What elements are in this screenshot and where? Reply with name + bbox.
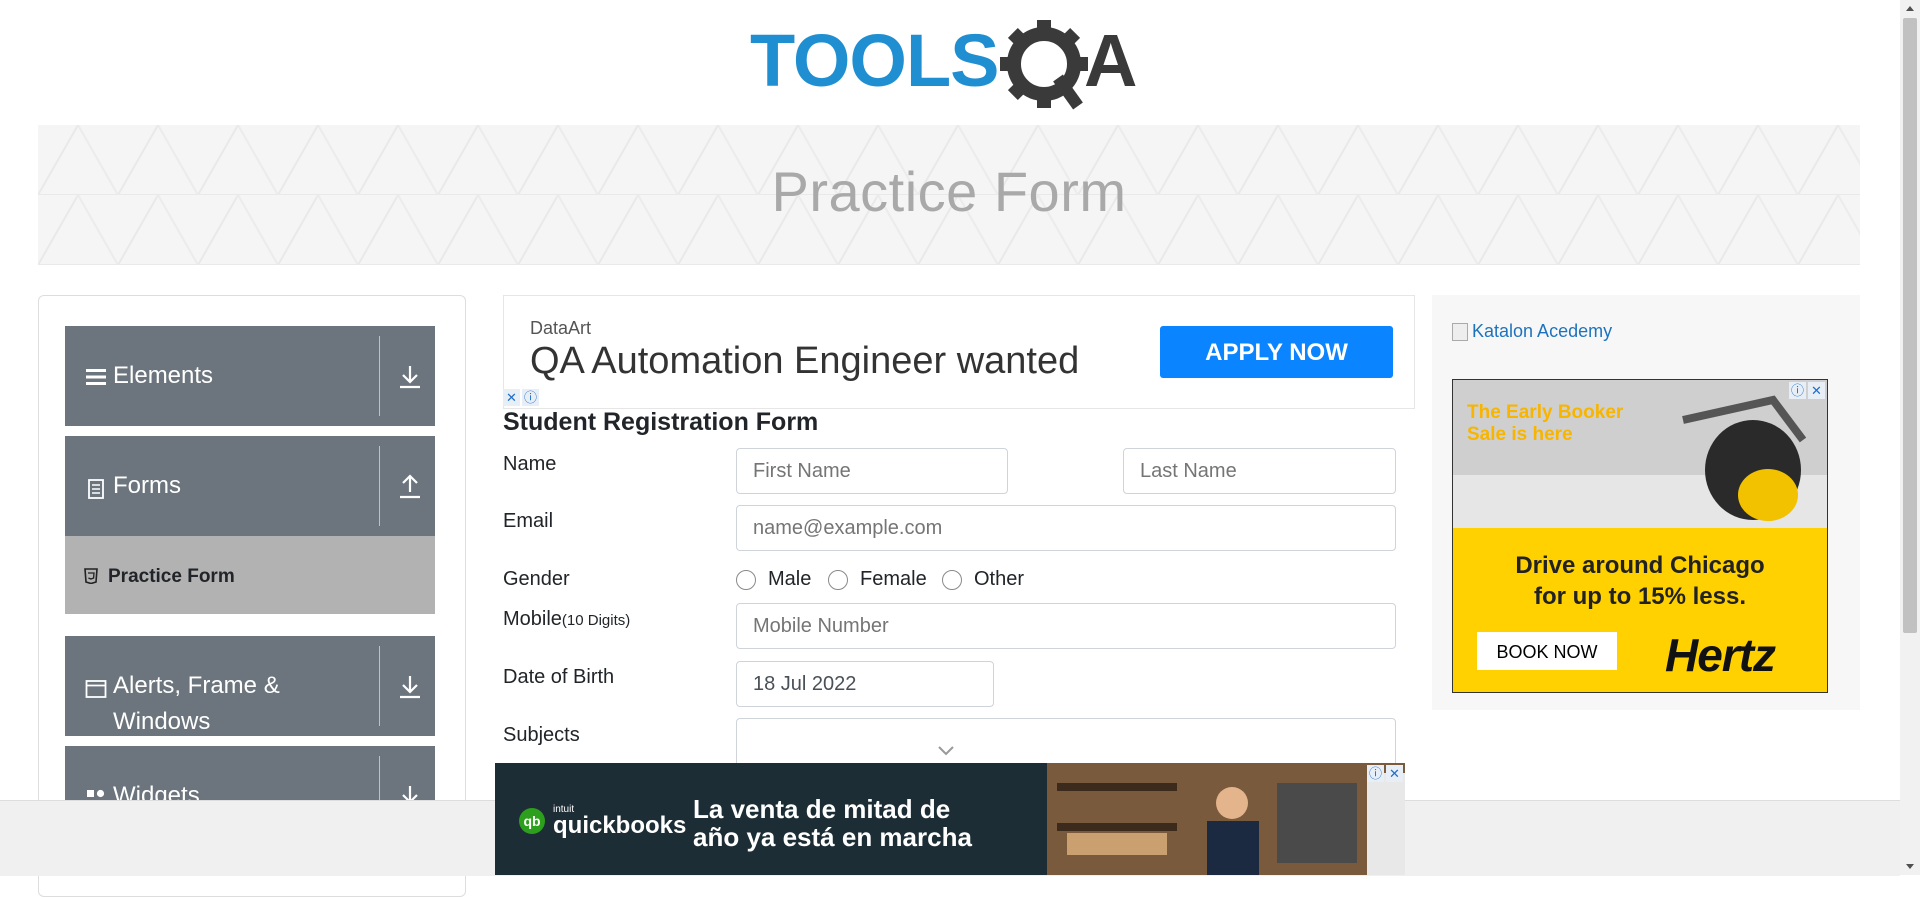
window-icon (85, 680, 107, 698)
qb-circle-icon: qb (519, 808, 545, 834)
broken-image-icon (1452, 322, 1468, 341)
gender-radio-other[interactable]: Other (942, 568, 1024, 591)
info-icon[interactable]: ⓘ (522, 389, 539, 406)
dob-label: Date of Birth (503, 666, 615, 688)
toolsqa-logo[interactable]: TOOLS A (750, 18, 1154, 114)
sidebar-group-label: Elements (113, 362, 214, 389)
qb-line2: año ya está en marcha (693, 822, 972, 852)
first-name-input[interactable] (736, 448, 1008, 494)
subjects-input[interactable] (736, 718, 1396, 768)
sidebar-group-forms[interactable]: Forms (65, 436, 435, 536)
logo-graphic: TOOLS A (750, 19, 1137, 110)
sidebar-item-label: Practice Form (108, 566, 235, 587)
radio-label: Other (974, 568, 1025, 590)
radio-label: Male (768, 568, 812, 590)
sidebar-group-label-line2: Windows (113, 708, 211, 735)
group-divider (379, 646, 380, 726)
katalon-alt-text: Katalon Acedemy (1472, 321, 1613, 341)
radio-circle[interactable] (736, 569, 756, 590)
download-icon[interactable] (395, 672, 425, 702)
ad-brand: DataArt (530, 318, 592, 338)
radio-circle[interactable] (828, 569, 848, 590)
scroll-down-arrow-icon[interactable] (1900, 857, 1920, 875)
mobile-label: Mobile(10 Digits) (503, 608, 630, 631)
ad-headline: QA Automation Engineer wanted (530, 340, 1080, 382)
ad-choices[interactable]: ⓘ ✕ (1789, 382, 1825, 399)
scroll-up-arrow-icon[interactable] (1900, 0, 1920, 18)
quickbooks-logo: qb intuit quickbooks (519, 805, 687, 839)
sidebar-group-elements[interactable]: Elements (65, 326, 435, 426)
hamburger-icon (86, 369, 106, 385)
upload-icon[interactable] (395, 472, 425, 502)
subjects-label: Subjects (503, 724, 580, 746)
close-icon[interactable]: ✕ (503, 389, 520, 406)
mobile-hint: (10 Digits) (561, 612, 631, 629)
page-banner: Practice Form (38, 125, 1860, 265)
ad-choices[interactable]: ⓘ ✕ (1367, 765, 1403, 782)
gender-radio-male[interactable]: Male (736, 568, 811, 591)
shop-illustration (1047, 763, 1405, 875)
right-ad-panel: Katalon Acedemy The Early Booker Sale is… (1432, 295, 1860, 710)
beach-photo: The Early Booker Sale is here (1453, 380, 1827, 528)
gender-radio-female[interactable]: Female (828, 568, 927, 591)
ad-choices[interactable]: ✕ ⓘ (503, 389, 539, 406)
shop-photo (1047, 763, 1405, 875)
info-icon[interactable]: ⓘ (1367, 765, 1384, 782)
close-icon[interactable]: ✕ (1808, 382, 1825, 399)
book-now-button[interactable]: BOOK NOW (1477, 632, 1617, 670)
document-icon (88, 479, 104, 499)
sidebar-group-label: Alerts, Frame & (113, 672, 280, 699)
dob-input[interactable]: 18 Jul 2022 (736, 661, 994, 707)
mobile-label-text: Mobile (503, 608, 562, 630)
hertz-ad[interactable]: The Early Booker Sale is here Drive arou… (1452, 379, 1828, 693)
hertz-logo: Hertz (1665, 629, 1776, 681)
radio-label: Female (860, 568, 927, 590)
sidebar-group-alerts[interactable]: Alerts, Frame & Windows (65, 636, 435, 736)
hertz-headline: Drive around Chicago for up to 15% less. (1453, 550, 1827, 612)
hertz-promo: The Early Booker Sale is here (1467, 402, 1624, 445)
quickbooks-message: La venta de mitad de año ya está en marc… (693, 795, 972, 851)
gender-label: Gender (503, 568, 570, 590)
sidebar-item-practice-form[interactable]: Practice Form (65, 536, 435, 614)
name-label: Name (503, 453, 557, 475)
katalon-link[interactable]: Katalon Acedemy (1452, 321, 1612, 342)
last-name-input[interactable] (1123, 448, 1396, 494)
close-icon[interactable]: ✕ (1386, 765, 1403, 782)
form-title: Student Registration Form (503, 408, 819, 436)
sidebar-group-label: Forms (113, 472, 181, 499)
html5-icon (84, 568, 98, 584)
hertz-line2: for up to 15% less. (1533, 583, 1747, 610)
hertz-line1: Drive around Chicago (1515, 552, 1765, 579)
page-title: Practice Form (771, 160, 1127, 223)
dataart-ad[interactable]: DataArt QA Automation Engineer wanted AP… (503, 295, 1415, 409)
svg-text:TOOLS: TOOLS (750, 19, 999, 102)
email-input[interactable] (736, 505, 1396, 551)
hertz-yellow-panel: Drive around Chicago for up to 15% less.… (1453, 528, 1827, 692)
quickbooks-text: quickbooks (553, 812, 687, 839)
svg-text:A: A (1084, 19, 1137, 102)
apply-now-button[interactable]: APPLY NOW (1160, 326, 1393, 378)
group-divider (379, 336, 380, 416)
quickbooks-ad[interactable]: qb intuit quickbooks La venta de mitad d… (495, 763, 1405, 875)
mobile-input[interactable] (736, 603, 1396, 649)
radio-circle[interactable] (942, 569, 962, 590)
qb-line1: La venta de mitad de (693, 794, 951, 824)
info-icon[interactable]: ⓘ (1789, 382, 1806, 399)
scrollbar-thumb[interactable] (1903, 18, 1917, 633)
chevron-down-icon (938, 746, 954, 756)
group-divider (379, 446, 380, 526)
download-icon[interactable] (395, 362, 425, 392)
email-label: Email (503, 510, 554, 532)
